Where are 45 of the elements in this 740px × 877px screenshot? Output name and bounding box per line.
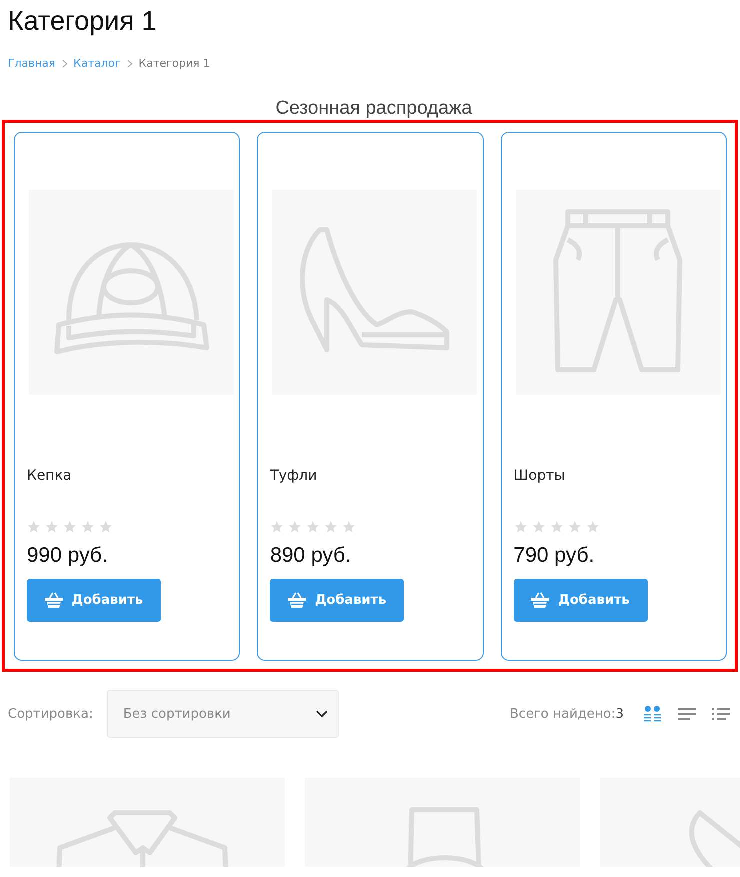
- sort-label: Сортировка:: [8, 706, 94, 722]
- sort-dropdown[interactable]: Без сортировки: [107, 690, 340, 738]
- basket-icon: [531, 592, 550, 609]
- page-title: Категория 1: [8, 5, 158, 37]
- star-icon: [550, 520, 564, 534]
- list-view-button[interactable]: [712, 706, 730, 722]
- star-icon: [45, 520, 59, 534]
- results-count: Всего найдено:3: [510, 706, 624, 722]
- basket-icon: [288, 592, 306, 609]
- star-icon: [532, 520, 546, 534]
- product-name[interactable]: Кепка: [27, 468, 240, 488]
- product-name[interactable]: Туфли: [270, 468, 483, 488]
- basket-icon: [44, 592, 63, 609]
- shorts-icon: [553, 210, 682, 372]
- star-icon: [270, 520, 284, 534]
- add-to-cart-button[interactable]: Добавить: [514, 579, 648, 622]
- chevron-down-icon: [316, 710, 328, 718]
- chevron-icon: [62, 60, 68, 68]
- star-icon: [63, 520, 77, 534]
- shirt-icon: [56, 810, 230, 867]
- star-icon: [306, 520, 320, 534]
- add-to-cart-button[interactable]: Добавить: [270, 579, 404, 622]
- breadcrumb-link[interactable]: Каталог: [74, 57, 121, 70]
- shoe-icon: [300, 228, 450, 352]
- star-icon: [342, 520, 356, 534]
- section-title: Сезонная распродажа: [274, 98, 474, 120]
- lines-view-button[interactable]: [678, 706, 696, 722]
- grid-view-button[interactable]: [644, 706, 662, 722]
- star-icon: [27, 520, 41, 534]
- star-icon: [324, 520, 338, 534]
- star-icon: [99, 520, 113, 534]
- star-icon: [288, 520, 302, 534]
- add-to-cart-button[interactable]: Добавить: [27, 579, 161, 622]
- product-price: 890 руб.: [270, 544, 352, 568]
- breadcrumb-link[interactable]: Главная: [8, 57, 56, 70]
- chevron-icon: [126, 60, 133, 68]
- product-price: 790 руб.: [514, 544, 596, 568]
- product-name[interactable]: Шорты: [514, 468, 726, 488]
- breadcrumb-current: Категория 1: [138, 57, 210, 70]
- product-price: 990 руб.: [27, 544, 109, 568]
- star-icon: [514, 520, 528, 534]
- star-icon: [81, 520, 95, 534]
- star-icon: [568, 520, 582, 534]
- cap-icon: [54, 242, 210, 354]
- star-icon: [586, 520, 600, 534]
